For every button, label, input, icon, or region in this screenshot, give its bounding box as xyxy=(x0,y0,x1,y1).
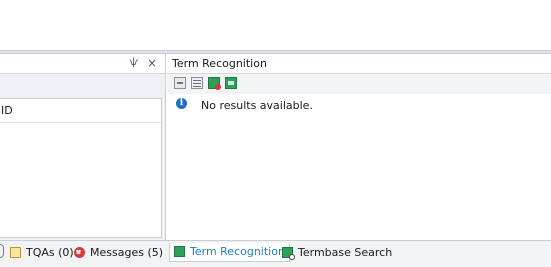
term-recognition-toolbar xyxy=(167,74,551,94)
tab-termbase-search-label: Termbase Search xyxy=(298,246,393,259)
left-panel-toolbar xyxy=(0,74,165,98)
term-recognition-icon xyxy=(174,246,185,257)
tab-termbase-search[interactable]: Termbase Search xyxy=(282,244,392,262)
error-icon xyxy=(74,247,85,258)
termbase-delete-icon[interactable] xyxy=(208,77,221,90)
left-panel-list: ID xyxy=(0,98,162,238)
tqa-icon xyxy=(10,247,21,258)
left-panel: ѱ × ID xyxy=(0,54,166,240)
pin-icon[interactable]: ѱ xyxy=(129,57,139,69)
info-icon: i xyxy=(176,98,187,109)
tab-term-recognition-label: Term Recognition xyxy=(190,245,285,258)
term-details-icon[interactable] xyxy=(191,77,203,89)
termbase-search-icon xyxy=(282,247,295,260)
no-results-message: No results available. xyxy=(201,99,313,112)
left-panel-header: ѱ × xyxy=(0,54,165,74)
id-column-header[interactable]: ID xyxy=(0,99,161,123)
editor-area xyxy=(0,0,551,50)
tab-tqas[interactable]: TQAs (0) xyxy=(10,244,74,262)
tab-term-recognition[interactable]: Term Recognition xyxy=(169,243,290,262)
term-list-icon[interactable] xyxy=(174,77,186,89)
termbase-add-icon[interactable] xyxy=(225,77,237,89)
tab-messages[interactable]: Messages (5) xyxy=(74,244,163,262)
previous-tab-edge[interactable] xyxy=(0,244,4,258)
tab-tqas-label: TQAs (0) xyxy=(26,246,74,259)
term-recognition-header: Term Recognition xyxy=(167,54,551,74)
close-icon[interactable]: × xyxy=(147,57,157,69)
tab-messages-label: Messages (5) xyxy=(90,246,164,259)
results-area: i No results available. xyxy=(167,94,551,240)
bottom-tab-bar: TQAs (0) Messages (5) Term Recognition T… xyxy=(0,240,551,267)
term-recognition-panel: Term Recognition i No results available. xyxy=(167,54,551,240)
id-column-label: ID xyxy=(1,104,13,117)
panel-title: Term Recognition xyxy=(172,57,267,70)
